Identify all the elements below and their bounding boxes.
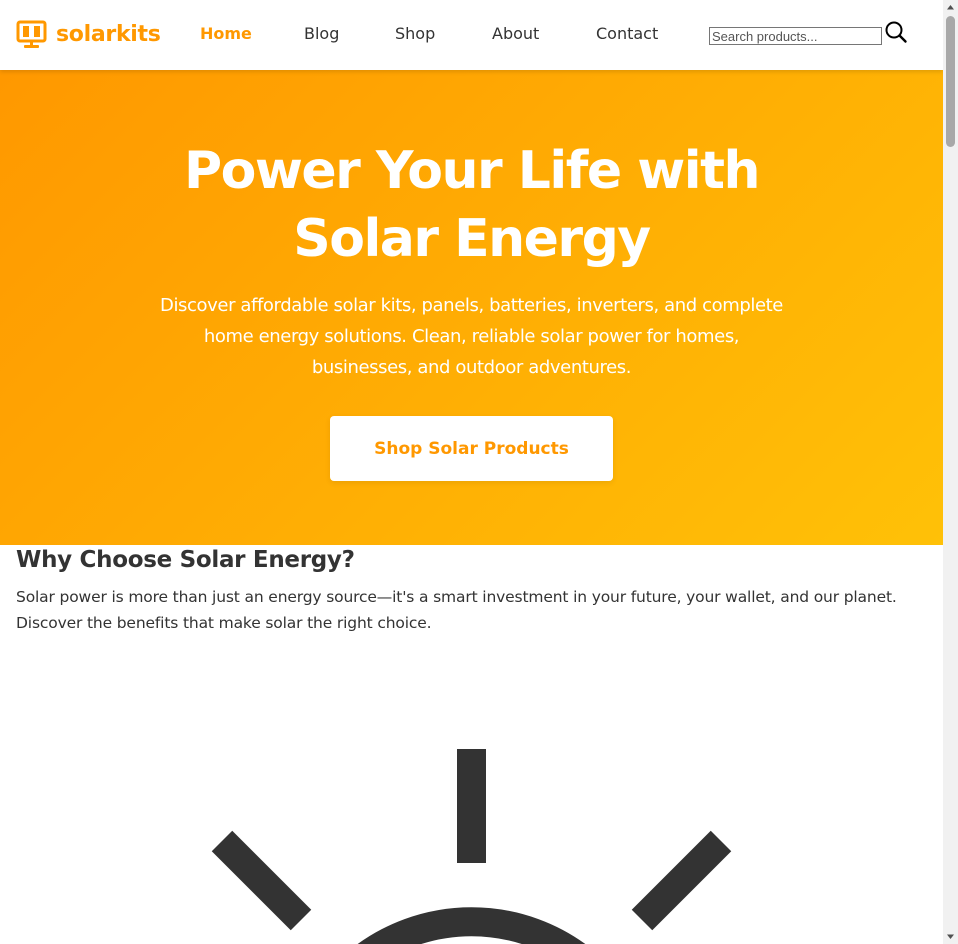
- page: solarkits Home Blog Shop About Contact P…: [0, 0, 943, 944]
- benefits-title: Why Choose Solar Energy?: [16, 547, 355, 573]
- hero-title-line: Power Your Life with: [184, 141, 760, 201]
- solar-panel-icon: [16, 20, 47, 48]
- hero-title: Power Your Life with Solar Energy: [0, 137, 943, 273]
- scroll-down-arrow-icon[interactable]: [943, 929, 958, 944]
- nav-blog[interactable]: Blog: [304, 24, 339, 43]
- brand-logo[interactable]: solarkits: [16, 18, 161, 50]
- scroll-up-arrow-icon[interactable]: [943, 0, 958, 15]
- shop-solar-products-button[interactable]: Shop Solar Products: [330, 416, 613, 481]
- search-input[interactable]: [709, 27, 882, 45]
- search-icon[interactable]: [884, 20, 908, 44]
- nav-contact[interactable]: Contact: [596, 24, 658, 43]
- hero-title-line: Solar Energy: [293, 209, 651, 269]
- sun-icon: [211, 749, 732, 944]
- hero-subtitle-line: home energy solutions. Clean, reliable s…: [203, 326, 740, 347]
- hero-subtitle-line: Discover affordable solar kits, panels, …: [160, 295, 783, 316]
- nav-shop[interactable]: Shop: [395, 24, 435, 43]
- nav-home[interactable]: Home: [200, 24, 252, 43]
- vertical-scrollbar[interactable]: [943, 0, 958, 944]
- scrollbar-thumb[interactable]: [946, 16, 955, 147]
- benefits-description-line: Discover the benefits that make solar th…: [16, 614, 432, 632]
- brand-name: solarkits: [56, 21, 161, 47]
- nav-about[interactable]: About: [492, 24, 539, 43]
- hero-subtitle: Discover affordable solar kits, panels, …: [120, 290, 823, 383]
- site-header: solarkits Home Blog Shop About Contact: [0, 0, 943, 70]
- benefits-description: Solar power is more than just an energy …: [16, 584, 936, 636]
- hero-subtitle-line: businesses, and outdoor adventures.: [311, 357, 632, 378]
- benefits-description-line: Solar power is more than just an energy …: [16, 588, 897, 606]
- hero-section: Power Your Life with Solar Energy Discov…: [0, 70, 943, 545]
